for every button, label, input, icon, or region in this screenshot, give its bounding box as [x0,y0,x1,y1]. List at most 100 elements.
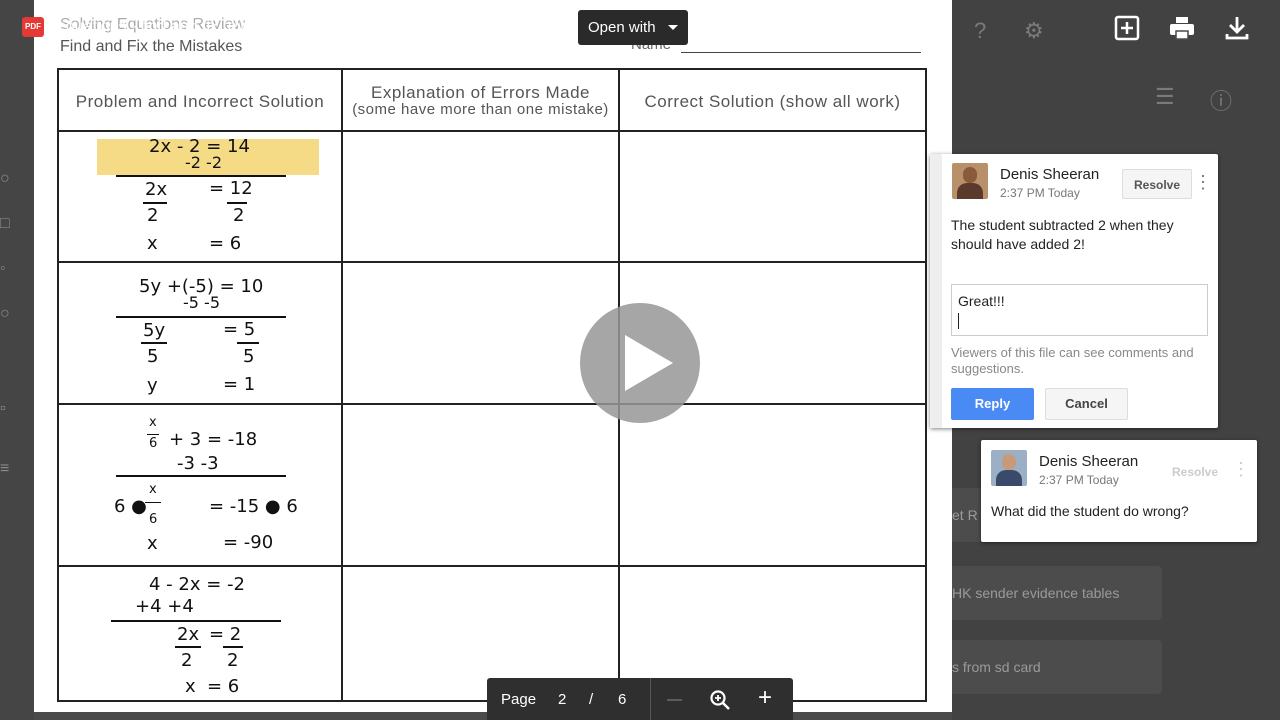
problem-2-final-rhs: = 1 [223,374,256,395]
problem-1-step: -2 -2 [185,153,222,172]
total-pages: 6 [618,691,627,708]
list-view-icon: ☰ [1155,84,1175,109]
background-left-rail: ○ □ ◦ ○ ▫ ≡ [0,0,34,720]
pager-divider [650,678,651,720]
more-options-icon[interactable]: ⋮ [1194,172,1212,193]
add-to-drive-icon[interactable] [1113,14,1141,42]
problem-3-mult-num: x [149,482,157,497]
zoom-in-button[interactable]: + [758,684,772,712]
cancel-button[interactable]: Cancel [1045,388,1128,420]
background-file-card: s from sd card [940,640,1162,694]
problem-2-rhs: = 5 [223,319,256,340]
worksheet-table: Problem and Incorrect Solution Explanati… [57,68,927,702]
open-with-button[interactable]: Open with [578,10,688,45]
page-navigator: Page 2 / 6 — + [487,678,793,720]
fraction-bar [227,202,247,204]
comment-text: The student subtracted 2 when they shoul… [951,217,1174,252]
column-header-label: Correct Solution (show all work) [644,91,901,111]
problem-4-lhs-den: 2 [181,650,193,671]
comment-time: 2:37 PM Today [1000,186,1080,200]
problem-4-lhs: 2x [177,624,200,645]
visibility-note: Viewers of this file can see comments an… [951,345,1194,376]
problem-1-final-rhs: = 6 [209,233,242,254]
rail-icon: ◦ [0,260,6,277]
avatar-head [1002,454,1016,470]
work-line [116,316,286,318]
avatar-head [963,167,977,183]
resolve-button[interactable]: Resolve [1160,456,1230,486]
fraction-bar [175,646,201,648]
avatar-body [957,183,983,199]
fraction-bar [147,434,159,435]
rail-icon: □ [0,215,10,232]
comment-author: Denis Sheeran [1039,453,1139,470]
table-divider [59,403,925,405]
caret-down-icon [668,25,678,30]
problem-4-step: +4 +4 [135,596,194,617]
problem-4-final-lhs: x [185,676,196,697]
problem-2-lhs-den: 5 [147,346,159,367]
problem-1-rhs: = 12 [209,178,253,199]
zoom-icon[interactable] [709,689,731,711]
table-divider [341,70,343,700]
rail-icon: ○ [0,305,10,322]
column-header-problem: Problem and Incorrect Solution [59,70,341,132]
column-header-label: Explanation of Errors Made [371,83,590,102]
fraction-bar [237,342,259,344]
reply-input-value: Great!!! [958,293,1005,309]
problem-3-step: -3 -3 [177,453,219,474]
print-icon[interactable] [1168,14,1196,42]
fraction-bar [223,646,243,648]
comment-time: 2:37 PM Today [1039,473,1119,487]
problem-3-rhs: = -15 ● 6 [209,496,298,517]
video-play-button[interactable] [580,303,700,423]
problem-3-final-rhs: = -90 [223,532,274,553]
problem-3-frac-num: x [149,415,157,430]
problem-4-rhs: = 2 [209,624,242,645]
pdf-file-icon: PDF [22,17,44,37]
column-header-sublabel: (some have more than one mistake) [352,101,609,118]
avatar [952,163,988,199]
problem-2-lhs: 5y [143,320,166,341]
problem-3-equation: + 3 = -18 [169,429,258,450]
column-header-label: Problem and Incorrect Solution [75,91,325,111]
table-divider [59,261,925,263]
play-icon [625,335,673,391]
rail-icon: ▫ [0,400,6,417]
zoom-out-button[interactable]: — [667,691,682,708]
avatar [991,450,1027,486]
reply-button[interactable]: Reply [951,388,1034,420]
problem-3-final-lhs: x [147,533,158,554]
work-line [111,620,281,622]
problem-3-frac-den: 6 [149,436,158,451]
resolve-button[interactable]: Resolve [1122,169,1192,199]
problem-1-rhs-den: 2 [233,205,245,226]
work-line [116,175,286,177]
problem-2-step: -5 -5 [183,293,220,312]
text-cursor [958,313,959,329]
comment-author: Denis Sheeran [1000,166,1100,183]
fraction-bar [141,342,167,344]
file-title: equations - find and fix revised.pdf [57,18,301,35]
rail-icon: ○ [0,170,10,187]
avatar-body [996,470,1022,486]
problem-1-lhs: 2x [145,179,168,200]
open-with-label: Open with [588,19,656,36]
download-icon[interactable] [1223,14,1251,42]
pdf-page: Solving Equations Review Find and Fix th… [34,0,952,712]
work-line [116,475,286,477]
problem-4-equation: 4 - 2x = -2 [149,574,245,595]
page-separator: / [589,691,594,708]
current-page[interactable]: 2 [558,691,566,708]
problem-1-final-lhs: x [147,233,158,254]
more-options-icon[interactable]: ⋮ [1232,459,1250,480]
viewer-toolbar: PDF equations - find and fix revised.pdf… [0,0,1280,56]
info-icon: ⓘ [1210,89,1233,114]
reply-input[interactable]: Great!!! [951,284,1208,336]
fraction-bar [143,202,167,204]
background-file-card: HK sender evidence tables [940,566,1162,620]
table-divider [59,565,925,567]
problem-4-rhs-den: 2 [227,650,239,671]
problem-2-rhs-den: 5 [243,346,255,367]
problem-2-final-lhs: y [147,375,158,396]
